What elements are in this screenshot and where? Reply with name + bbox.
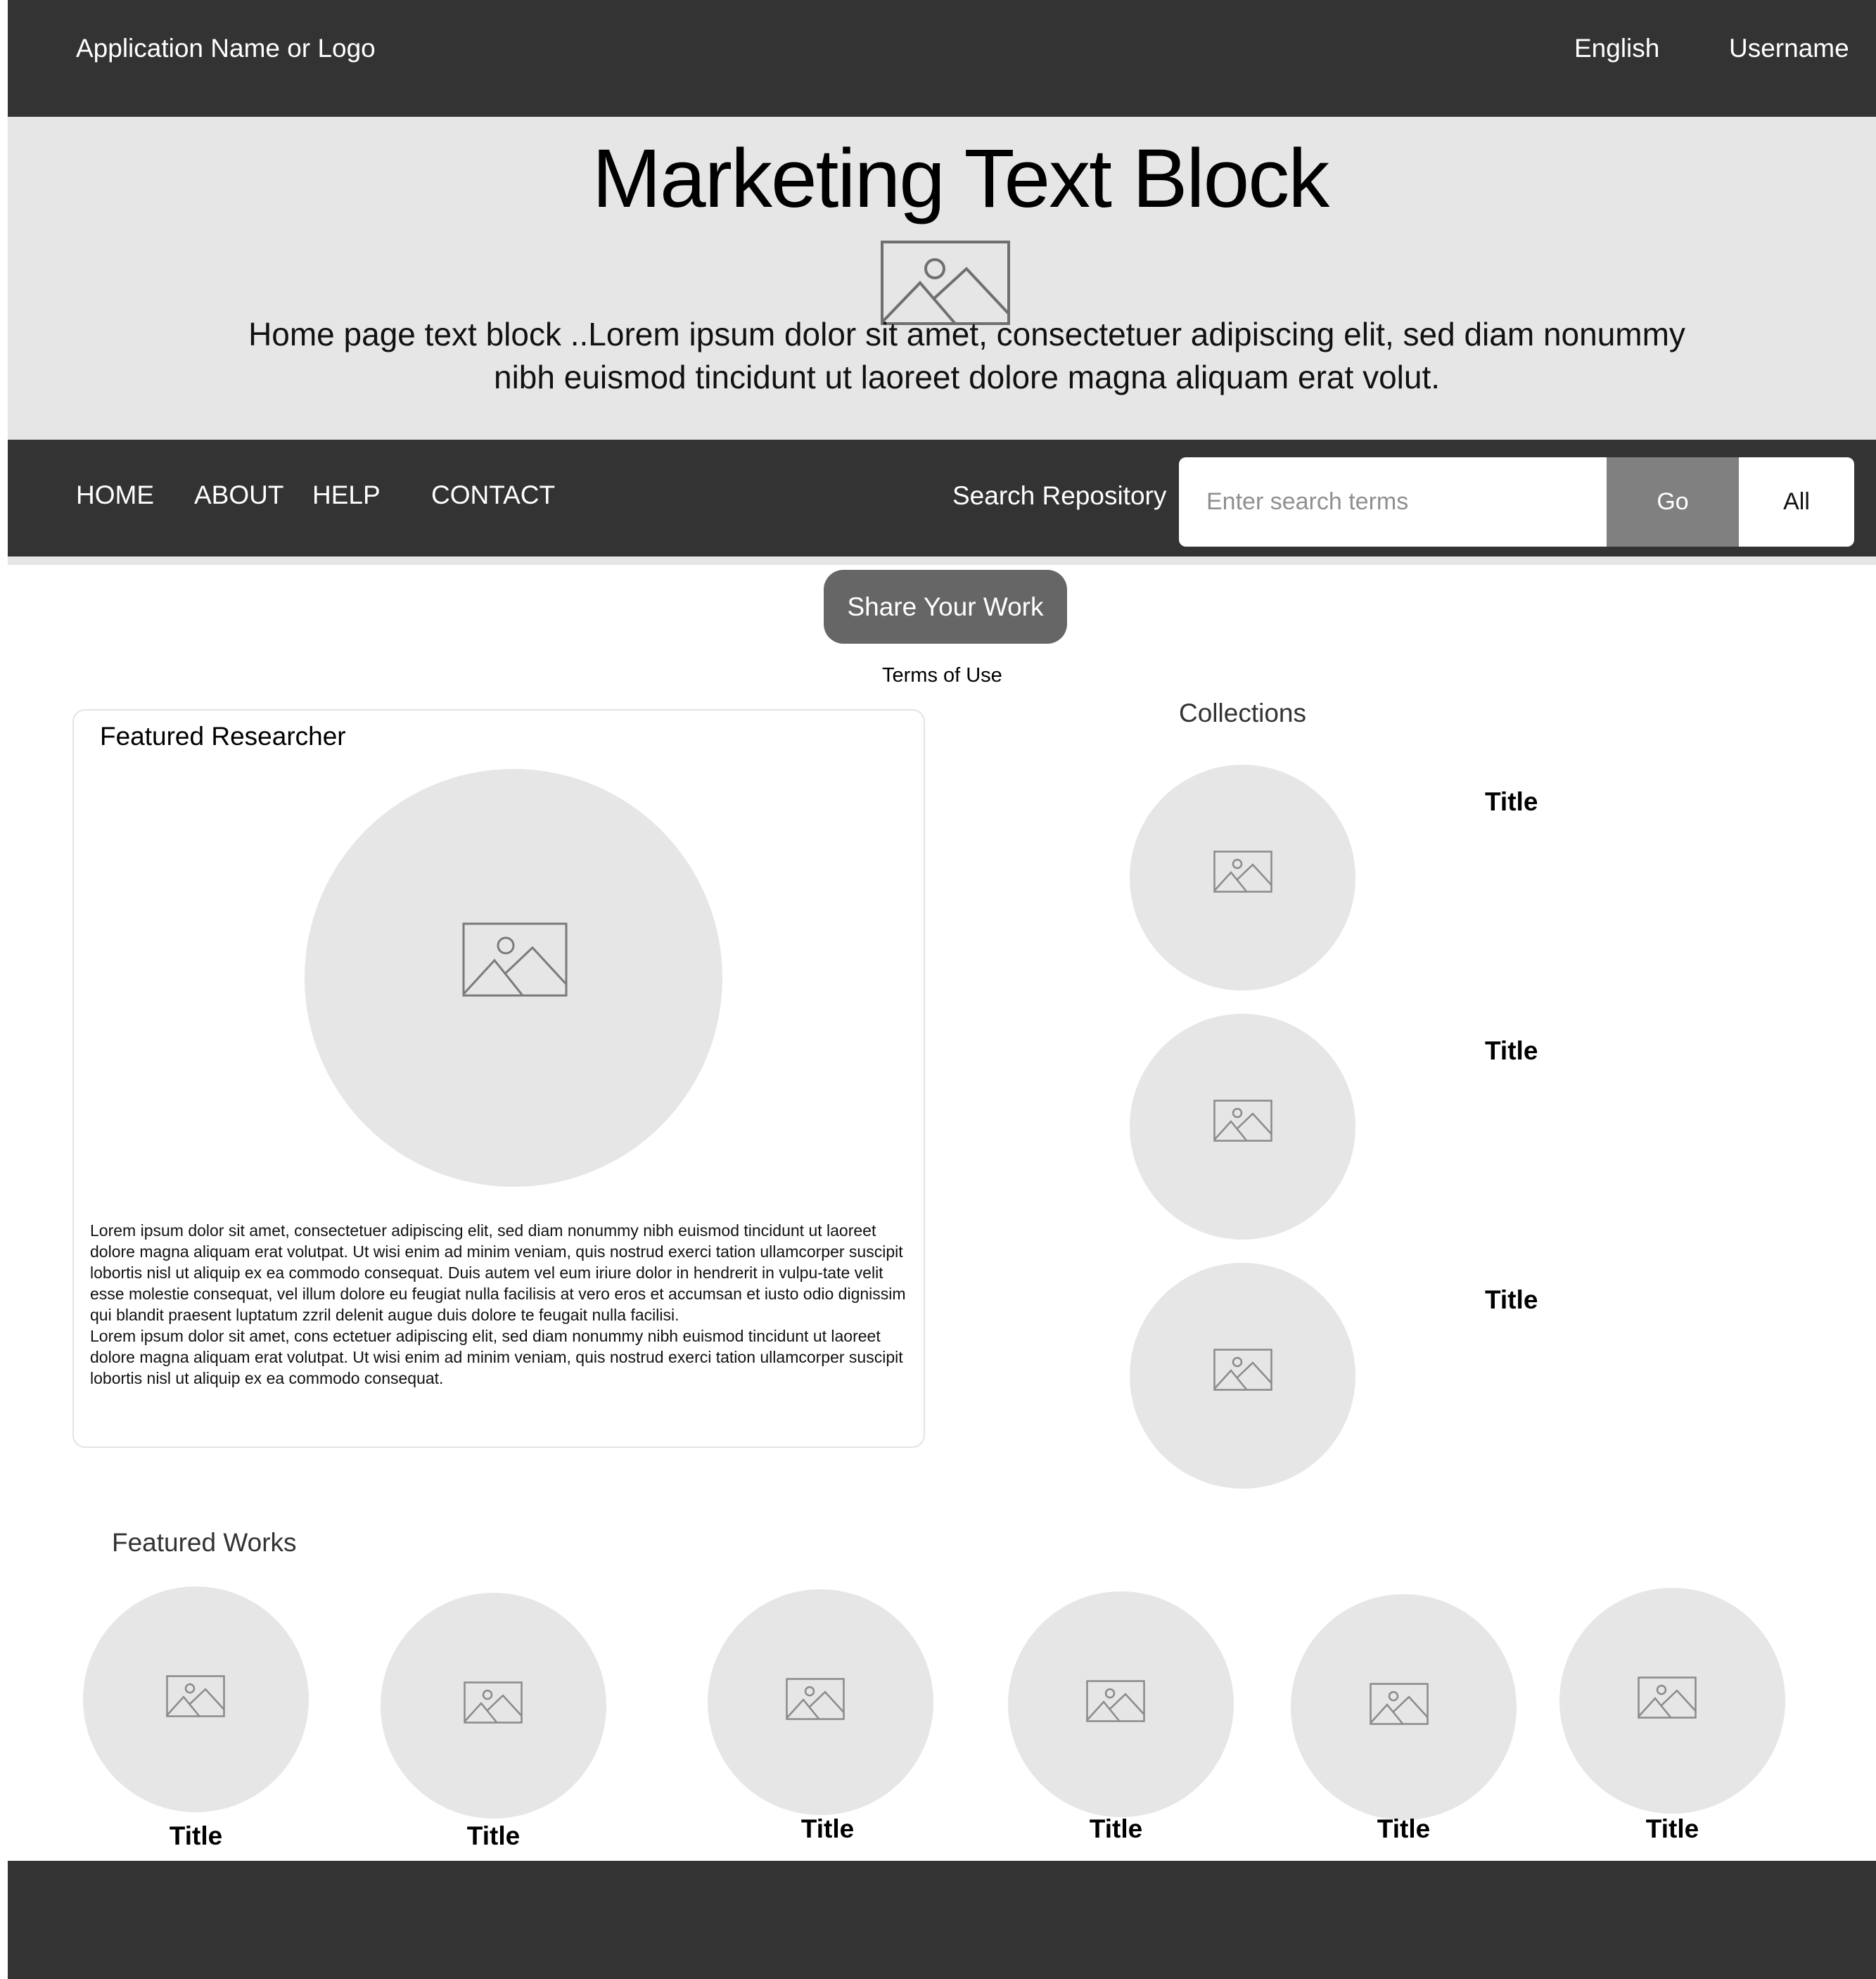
researcher-bio-paragraph: Lorem ipsum dolor sit amet, cons ectetue…	[90, 1327, 903, 1387]
nav-item-contact[interactable]: CONTACT	[431, 481, 555, 510]
work-thumbnail[interactable]	[83, 1586, 309, 1812]
researcher-avatar[interactable]	[305, 769, 722, 1187]
work-title[interactable]: Title	[1003, 1814, 1229, 1844]
work-title[interactable]: Title	[1291, 1814, 1517, 1844]
work-thumbnail[interactable]	[1291, 1594, 1517, 1820]
search-scope-dropdown[interactable]: All	[1739, 457, 1854, 547]
image-placeholder-icon	[1638, 1676, 1697, 1719]
search-input[interactable]	[1179, 457, 1607, 547]
image-placeholder-icon	[786, 1678, 845, 1720]
nav-item-home[interactable]: HOME	[76, 481, 154, 510]
app-logo[interactable]: Application Name or Logo	[76, 34, 376, 63]
collection-thumbnail[interactable]	[1130, 1263, 1355, 1489]
work-thumbnail[interactable]	[1559, 1588, 1785, 1814]
collection-thumbnail[interactable]	[1130, 765, 1355, 991]
collection-title[interactable]: Title	[1485, 787, 1538, 817]
image-placeholder-icon	[462, 922, 568, 997]
search-go-button[interactable]: Go	[1607, 457, 1739, 547]
collection-title[interactable]: Title	[1485, 1036, 1538, 1066]
image-placeholder-icon	[881, 241, 1010, 325]
language-selector[interactable]: English	[1574, 34, 1659, 63]
work-thumbnail[interactable]	[381, 1593, 606, 1819]
work-title[interactable]: Title	[715, 1814, 940, 1844]
work-thumbnail[interactable]	[1008, 1591, 1234, 1817]
share-your-work-button[interactable]: Share Your Work	[824, 570, 1067, 644]
image-placeholder-icon	[1370, 1683, 1429, 1725]
hero-text: Home page text block ..Lorem ipsum dolor…	[248, 316, 1685, 395]
featured-works-heading: Featured Works	[112, 1528, 297, 1557]
image-placeholder-icon	[464, 1681, 523, 1724]
work-title[interactable]: Title	[1559, 1814, 1785, 1844]
nav-item-about[interactable]: ABOUT	[194, 481, 283, 510]
search-field	[1179, 457, 1607, 547]
nav-divider	[8, 556, 1876, 565]
hero-title: Marketing Text Block	[592, 132, 1330, 225]
work-title[interactable]: Title	[83, 1821, 309, 1851]
work-thumbnail[interactable]	[708, 1589, 933, 1815]
search-label: Search Repository	[952, 481, 1167, 510]
image-placeholder-icon	[1213, 1349, 1272, 1391]
user-menu[interactable]: Username	[1729, 34, 1849, 63]
page-footer	[8, 1861, 1876, 1979]
collection-thumbnail[interactable]	[1130, 1014, 1355, 1240]
nav-item-help[interactable]: HELP	[312, 481, 381, 510]
researcher-bio-paragraph: Lorem ipsum dolor sit amet, consectetuer…	[90, 1221, 906, 1324]
work-title[interactable]: Title	[381, 1821, 606, 1851]
collections-heading: Collections	[1179, 699, 1306, 727]
image-placeholder-icon	[166, 1675, 225, 1717]
collection-title[interactable]: Title	[1485, 1285, 1538, 1315]
researcher-bio: Lorem ipsum dolor sit amet, consectetuer…	[90, 1220, 914, 1389]
featured-researcher-heading: Featured Researcher	[100, 722, 346, 751]
image-placeholder-icon	[1086, 1680, 1145, 1722]
image-placeholder-icon	[1213, 1100, 1272, 1142]
terms-of-use-link[interactable]: Terms of Use	[882, 664, 1002, 687]
image-placeholder-icon	[1213, 851, 1272, 893]
